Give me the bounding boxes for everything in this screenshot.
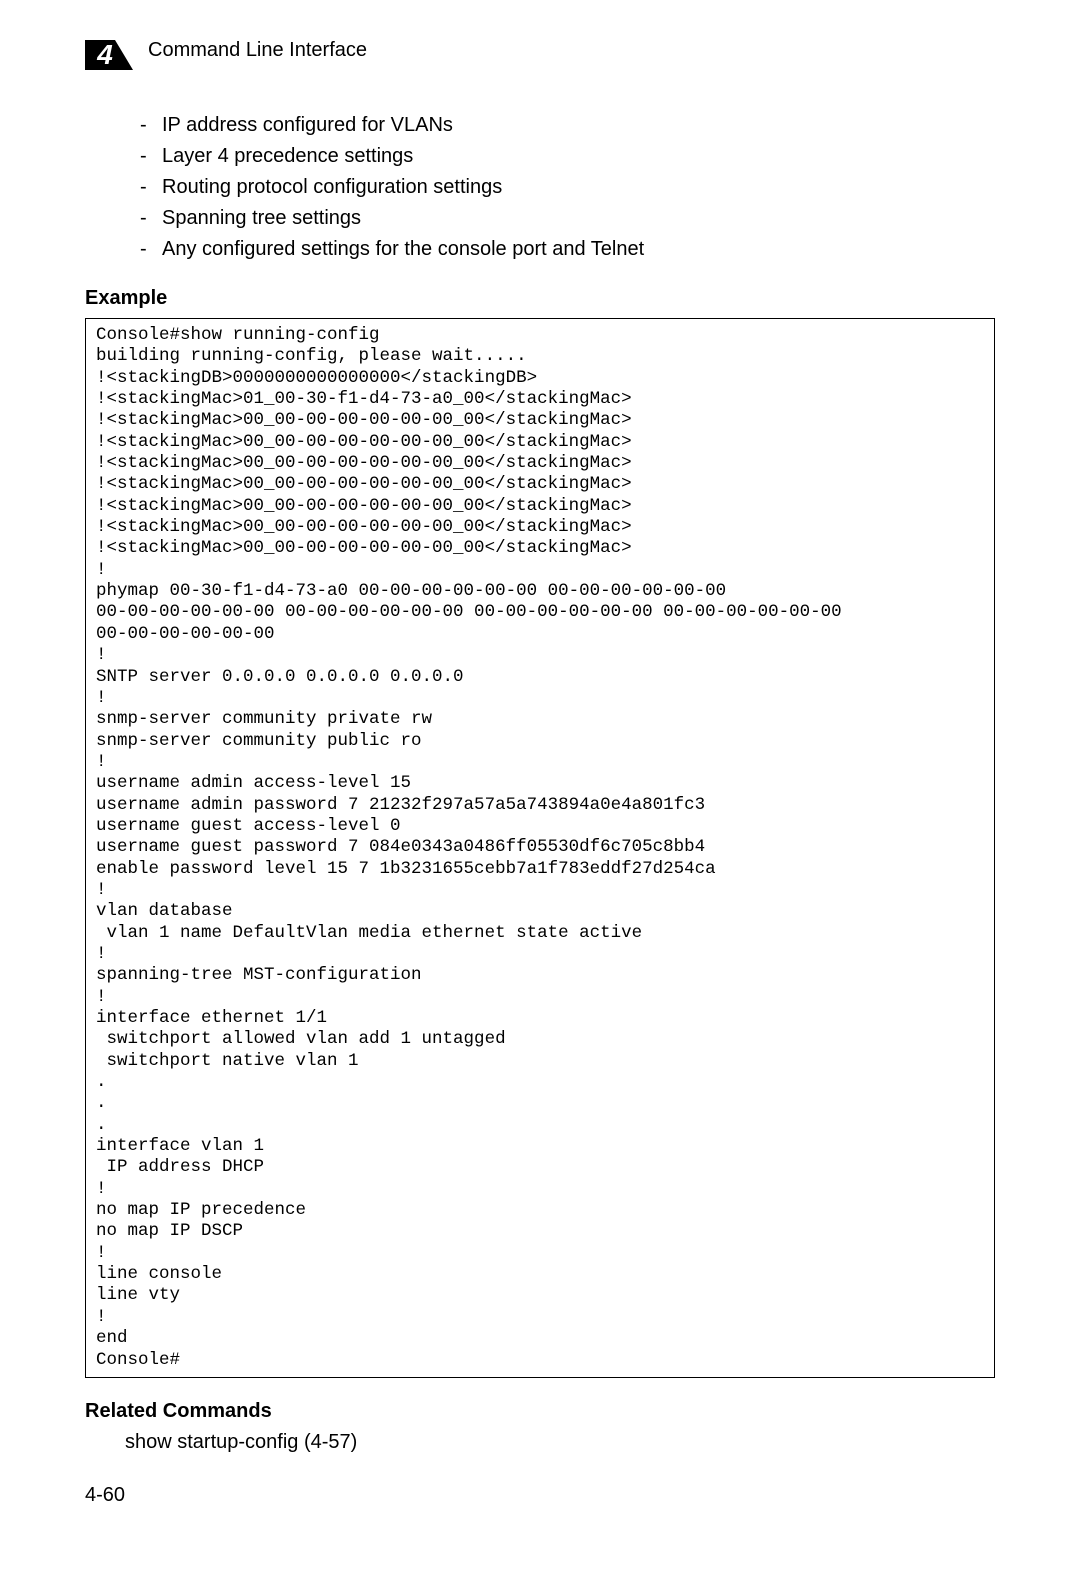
page-header: 4 Command Line Interface — [85, 30, 995, 70]
list-item: Spanning tree settings — [140, 203, 995, 234]
config-items-list: IP address configured for VLANs Layer 4 … — [140, 110, 995, 265]
related-commands-section: Related Commands show startup-config (4-… — [85, 1400, 995, 1454]
related-commands-heading: Related Commands — [85, 1400, 995, 1423]
example-heading: Example — [85, 287, 995, 310]
list-item: Layer 4 precedence settings — [140, 141, 995, 172]
example-code-block: Console#show running-config building run… — [85, 318, 995, 1378]
list-item: Routing protocol configuration settings — [140, 172, 995, 203]
header-title: Command Line Interface — [148, 39, 367, 62]
document-page: 4 Command Line Interface IP address conf… — [0, 0, 1080, 1537]
list-item: Any configured settings for the console … — [140, 234, 995, 265]
list-item: IP address configured for VLANs — [140, 110, 995, 141]
related-commands-body: show startup-config (4-57) — [125, 1431, 995, 1454]
chapter-number-icon: 4 — [85, 30, 133, 70]
svg-text:4: 4 — [96, 39, 113, 70]
page-number: 4-60 — [85, 1484, 995, 1507]
